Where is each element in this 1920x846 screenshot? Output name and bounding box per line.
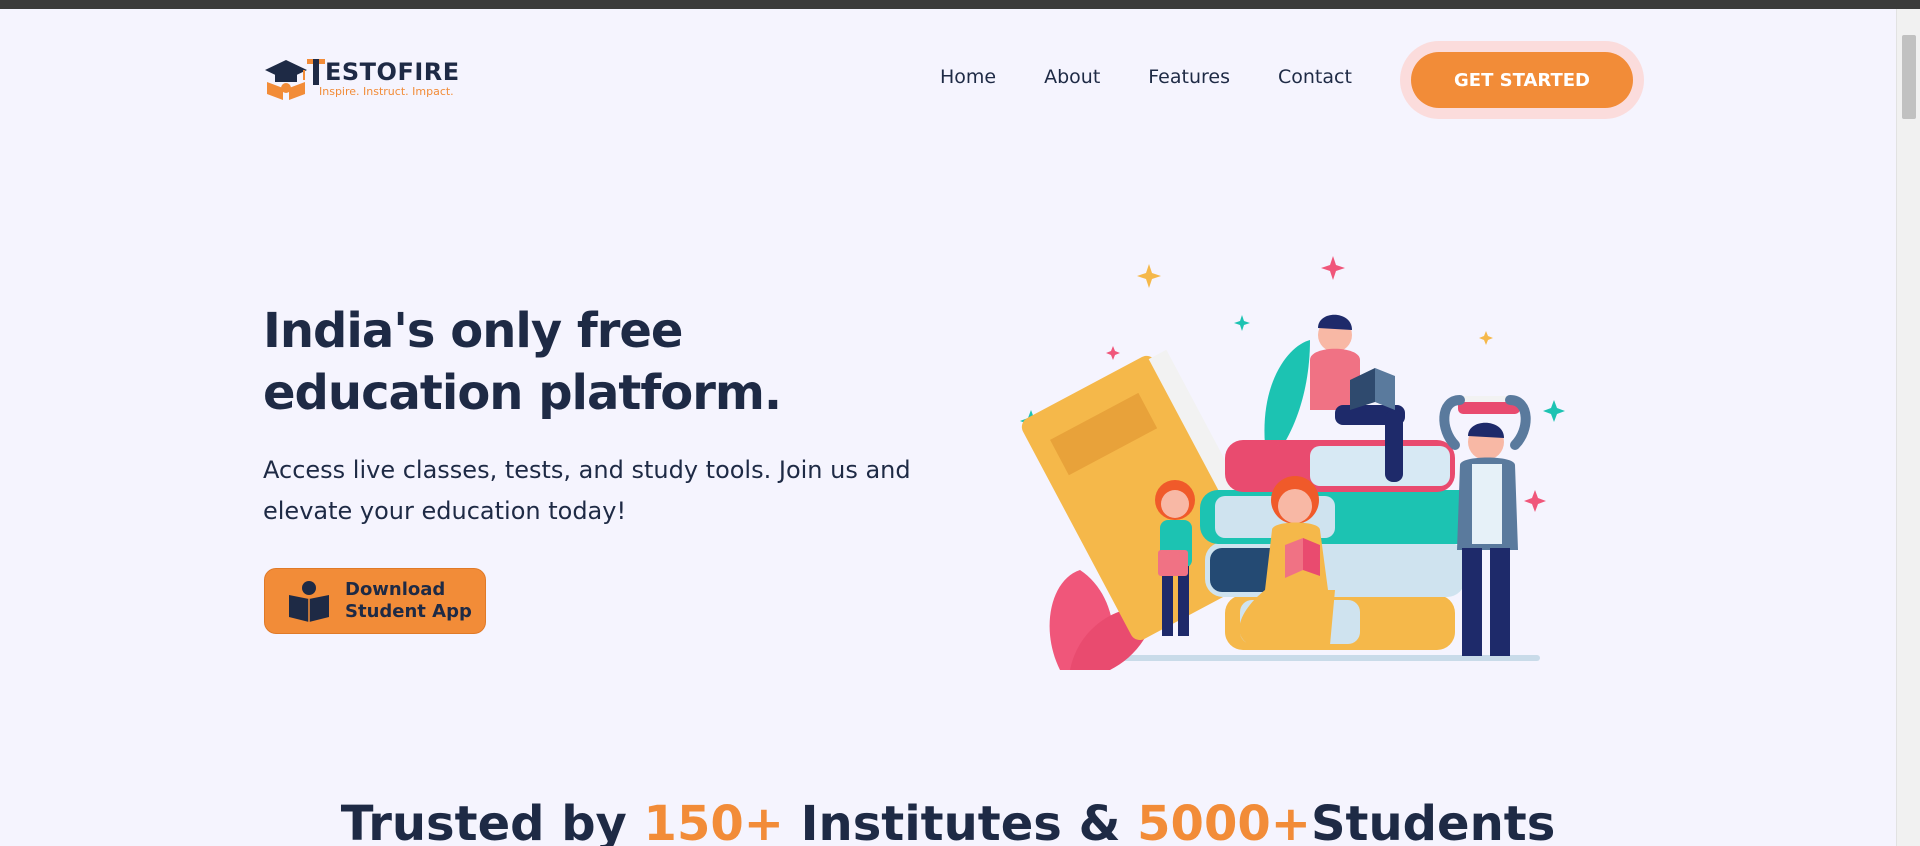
download-label: Download Student App xyxy=(345,579,472,623)
download-student-app-button[interactable]: Download Student App xyxy=(264,568,486,634)
download-line2: Student App xyxy=(345,601,472,622)
brand-tagline: Inspire. Instruct. Impact. xyxy=(319,85,454,98)
trusted-prefix: Trusted by xyxy=(340,796,644,846)
nav-contact[interactable]: Contact xyxy=(1278,66,1352,88)
vertical-scrollbar[interactable] xyxy=(1896,9,1920,846)
logo-t-letter-icon xyxy=(307,59,325,85)
trusted-middle: Institutes & xyxy=(783,796,1138,846)
graduation-cap-icon xyxy=(265,60,307,100)
trusted-suffix: Students xyxy=(1310,796,1556,846)
nav-about[interactable]: About xyxy=(1044,66,1100,88)
browser-top-strip xyxy=(0,0,1920,9)
reader-book-icon xyxy=(289,581,329,622)
scrollbar-thumb[interactable] xyxy=(1902,35,1916,119)
hero-title: India's only free education platform. xyxy=(263,300,883,424)
brand-logo[interactable]: ESTOFIRE Inspire. Instruct. Impact. xyxy=(263,55,459,103)
hero-subtitle: Access live classes, tests, and study to… xyxy=(263,456,911,525)
hero-title-line1: India's only free xyxy=(263,303,683,359)
trusted-heading: Trusted by 150+ Institutes & 5000+Studen… xyxy=(0,796,1896,846)
get-started-button[interactable]: GET STARTED xyxy=(1411,52,1633,108)
download-line1: Download xyxy=(345,579,446,600)
students-count: 5000+ xyxy=(1137,796,1311,846)
students-with-books-illustration xyxy=(1020,256,1565,670)
brand-name: ESTOFIRE xyxy=(325,58,460,86)
hero-title-line2: education platform. xyxy=(263,365,782,421)
main-nav: Home About Features Contact xyxy=(940,66,1400,88)
nav-features[interactable]: Features xyxy=(1148,66,1230,88)
institutes-count: 150+ xyxy=(643,796,784,846)
nav-home[interactable]: Home xyxy=(940,66,996,88)
